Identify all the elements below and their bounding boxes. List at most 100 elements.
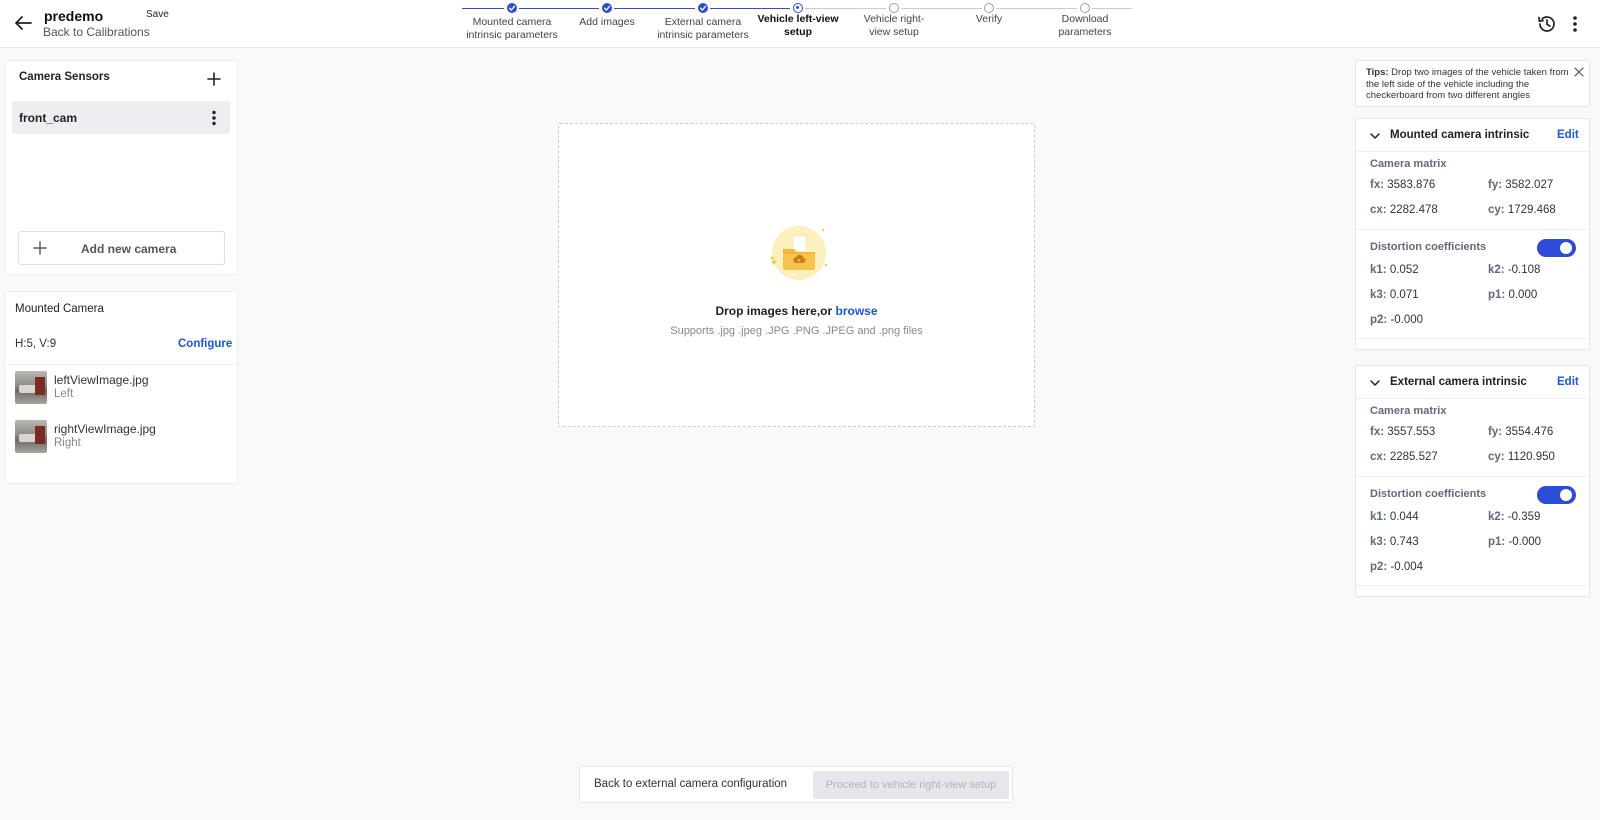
- step-connector: [805, 8, 886, 9]
- step-done-icon: [698, 3, 708, 13]
- supported-formats: Supports .jpg .jpeg .JPG .PNG .JPEG and …: [670, 325, 923, 337]
- configure-button[interactable]: Configure: [178, 338, 232, 350]
- divider: [5, 364, 237, 365]
- p2-value: p2: -0.000: [1370, 314, 1424, 326]
- folder-upload-icon: [770, 226, 828, 280]
- history-icon[interactable]: [1536, 13, 1558, 35]
- divider: [1356, 151, 1589, 152]
- external-intrinsic-title: External camera intrinsic: [1390, 376, 1527, 388]
- step-mounted-intrinsic[interactable]: Mounted camera intrinsic parameters: [457, 16, 567, 42]
- back-to-calibrations-link[interactable]: Back to Calibrations: [43, 25, 150, 39]
- step-external-intrinsic[interactable]: External camera intrinsic parameters: [648, 16, 758, 42]
- cx-value: cx: 2282.478: [1370, 204, 1438, 216]
- image-dropzone[interactable]: Drop images here,or browse Supports .jpg…: [558, 123, 1035, 427]
- step-verify[interactable]: Verify: [934, 13, 1044, 26]
- camera-sensors-panel: Camera Sensors front_cam Add new camera: [4, 60, 238, 275]
- top-header: predemo Save Back to Calibrations Mounte…: [0, 0, 1600, 48]
- distortion-toggle[interactable]: [1537, 486, 1576, 504]
- save-button[interactable]: Save: [146, 9, 169, 20]
- cx-value: cx: 2285.527: [1370, 451, 1438, 463]
- image-thumbnail: [15, 420, 47, 453]
- image-thumbnail: [15, 371, 47, 404]
- kebab-icon[interactable]: [207, 109, 221, 127]
- p2-value: p2: -0.004: [1370, 561, 1424, 573]
- image-filename: rightViewImage.jpg: [54, 422, 156, 436]
- tips-body: Drop two images of the vehicle taken fro…: [1366, 67, 1569, 101]
- camera-sensors-title: Camera Sensors: [19, 71, 110, 83]
- edit-external-intrinsic-button[interactable]: Edit: [1557, 376, 1579, 388]
- fy-value: fy: 3554.476: [1488, 426, 1554, 438]
- step-pending-icon: [1080, 3, 1090, 13]
- step-connector: [519, 8, 599, 9]
- divider: [1356, 338, 1589, 339]
- browse-link[interactable]: browse: [836, 304, 878, 318]
- k2-value: k2: -0.108: [1488, 264, 1541, 276]
- fy-value: fy: 3582.027: [1488, 179, 1554, 191]
- close-icon[interactable]: [1574, 67, 1584, 77]
- checkerboard-size: H:5, V:9: [15, 338, 57, 350]
- camera-matrix-label: Camera matrix: [1370, 405, 1447, 417]
- step-connector: [901, 8, 982, 9]
- distortion-label: Distortion coefficients: [1370, 488, 1487, 500]
- fx-value: fx: 3583.876: [1370, 179, 1436, 191]
- cy-value: cy: 1120.950: [1488, 451, 1555, 463]
- add-new-camera-label: Add new camera: [81, 242, 177, 256]
- plus-icon[interactable]: [206, 71, 222, 87]
- step-done-icon: [602, 3, 612, 13]
- step-connector: [1092, 8, 1132, 9]
- edit-mounted-intrinsic-button[interactable]: Edit: [1557, 129, 1579, 141]
- mounted-intrinsic-card: Mounted camera intrinsic Edit Camera mat…: [1355, 118, 1590, 350]
- proceed-to-right-view-button[interactable]: Proceed to vehicle right-view setup: [813, 771, 1009, 799]
- external-intrinsic-card: External camera intrinsic Edit Camera ma…: [1355, 365, 1590, 597]
- arrow-left-icon[interactable]: [12, 12, 34, 34]
- drop-text: Drop images here,or: [715, 304, 836, 318]
- step-connector: [462, 8, 504, 9]
- plus-icon: [33, 241, 47, 255]
- step-connector: [996, 8, 1077, 9]
- mounted-intrinsic-title: Mounted camera intrinsic: [1390, 129, 1530, 141]
- k3-value: k3: 0.071: [1370, 289, 1419, 301]
- tips-banner: Tips: Drop two images of the vehicle tak…: [1355, 60, 1590, 107]
- image-side: Left: [54, 388, 74, 400]
- image-item-left[interactable]: leftViewImage.jpg Left: [15, 371, 230, 405]
- step-right-view-setup[interactable]: Vehicle right-view setup: [839, 13, 949, 39]
- fx-value: fx: 3557.553: [1370, 426, 1436, 438]
- add-new-camera-button[interactable]: Add new camera: [18, 231, 225, 265]
- camera-item-front-cam[interactable]: front_cam: [12, 101, 230, 134]
- divider: [1356, 229, 1589, 230]
- drop-instructions: Drop images here,or browse: [559, 304, 1034, 318]
- divider: [1356, 476, 1589, 477]
- camera-item-label: front_cam: [19, 111, 78, 125]
- k1-value: k1: 0.044: [1370, 511, 1419, 523]
- divider: [1356, 585, 1589, 586]
- image-item-right[interactable]: rightViewImage.jpg Right: [15, 420, 230, 454]
- step-current-icon: [793, 3, 803, 13]
- progress-stepper: Mounted camera intrinsic parameters Add …: [462, 0, 1132, 48]
- mounted-camera-title: Mounted Camera: [15, 303, 104, 315]
- step-download-parameters[interactable]: Download parameters: [1030, 13, 1140, 39]
- mounted-camera-panel: Mounted Camera H:5, V:9 Configure leftVi…: [4, 291, 238, 484]
- p1-value: p1: -0.000: [1488, 536, 1542, 548]
- distortion-toggle[interactable]: [1537, 239, 1576, 257]
- back-to-external-config-button[interactable]: Back to external camera configuration: [594, 778, 787, 790]
- divider: [1356, 398, 1589, 399]
- chevron-down-icon[interactable]: [1369, 130, 1381, 142]
- k1-value: k1: 0.052: [1370, 264, 1419, 276]
- step-done-icon: [507, 3, 517, 13]
- project-name: predemo: [44, 8, 104, 24]
- step-pending-icon: [984, 3, 994, 13]
- chevron-down-icon[interactable]: [1369, 377, 1381, 389]
- image-filename: leftViewImage.jpg: [54, 373, 149, 387]
- step-left-view-setup[interactable]: Vehicle left-view setup: [743, 13, 853, 39]
- step-connector: [710, 8, 790, 9]
- kebab-icon[interactable]: [1568, 14, 1582, 34]
- cy-value: cy: 1729.468: [1488, 204, 1556, 216]
- step-connector: [614, 8, 695, 9]
- step-connector: [362, 8, 406, 9]
- k3-value: k3: 0.743: [1370, 536, 1419, 548]
- p1-value: p1: 0.000: [1488, 289, 1538, 301]
- step-add-images[interactable]: Add images: [552, 16, 662, 29]
- k2-value: k2: -0.359: [1488, 511, 1541, 523]
- tips-text: Tips: Drop two images of the vehicle tak…: [1366, 67, 1570, 102]
- image-side: Right: [54, 437, 81, 449]
